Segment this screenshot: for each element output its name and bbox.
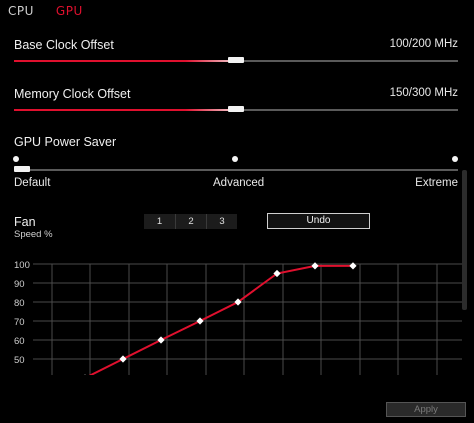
memory-clock-thumb[interactable] (228, 106, 244, 112)
y-tick-label: 80 (14, 298, 25, 309)
chart-points (81, 262, 357, 375)
fan-title: Fan (14, 215, 36, 229)
fan-profile-1-button[interactable]: 1 (144, 214, 175, 229)
base-clock-label: Base Clock Offset (14, 38, 114, 52)
base-clock-fill (14, 60, 228, 62)
power-saver-option-default[interactable]: Default (14, 177, 50, 189)
y-tick-label: 70 (14, 317, 25, 328)
chart-y-ticks: 100 90 80 70 60 50 40 (14, 260, 30, 375)
power-saver-option-advanced[interactable]: Advanced (213, 177, 264, 189)
device-tabs: CPU GPU (6, 3, 85, 19)
fan-profile-3-button[interactable]: 3 (206, 214, 237, 229)
fan-curve-chart[interactable]: 100 90 80 70 60 50 40 (0, 240, 462, 375)
fan-curve-point-8[interactable] (349, 262, 357, 270)
base-clock-track[interactable] (14, 57, 458, 63)
memory-clock-fill (14, 109, 228, 111)
power-saver-thumb[interactable] (14, 166, 30, 172)
power-saver-dot-default[interactable] (13, 156, 19, 162)
memory-clock-value: 150/300 MHz (389, 87, 458, 99)
y-tick-label: 40 (14, 374, 25, 375)
tab-gpu[interactable]: GPU (54, 3, 85, 19)
fan-axis-label: Speed % (14, 229, 53, 240)
base-clock-value: 100/200 MHz (389, 38, 458, 50)
power-saver-dot-extreme[interactable] (452, 156, 458, 162)
power-saver-label: GPU Power Saver (14, 135, 117, 149)
y-tick-label: 90 (14, 279, 25, 290)
fan-curve-point-4[interactable] (196, 317, 204, 325)
y-tick-label: 60 (14, 336, 25, 347)
power-saver-option-extreme[interactable]: Extreme (415, 177, 458, 189)
y-tick-label: 50 (14, 355, 25, 366)
fan-curve-point-3[interactable] (157, 336, 165, 344)
tab-cpu[interactable]: CPU (6, 3, 36, 19)
fan-curve-point-2[interactable] (119, 355, 127, 363)
chart-grid (33, 263, 462, 375)
apply-button[interactable]: Apply (386, 402, 466, 417)
fan-profile-selector: 1 2 3 (144, 214, 237, 229)
fan-curve-point-1[interactable] (81, 374, 88, 375)
undo-button[interactable]: Undo (267, 213, 370, 229)
scrollbar-thumb[interactable] (462, 170, 467, 310)
power-saver-dot-advanced[interactable] (232, 156, 238, 162)
power-saver-track[interactable] (14, 169, 458, 171)
y-tick-label: 100 (14, 260, 30, 271)
memory-clock-label: Memory Clock Offset (14, 87, 131, 101)
fan-profile-2-button[interactable]: 2 (175, 214, 206, 229)
base-clock-thumb[interactable] (228, 57, 244, 63)
fan-curve-point-7[interactable] (311, 262, 319, 270)
memory-clock-track[interactable] (14, 106, 458, 112)
